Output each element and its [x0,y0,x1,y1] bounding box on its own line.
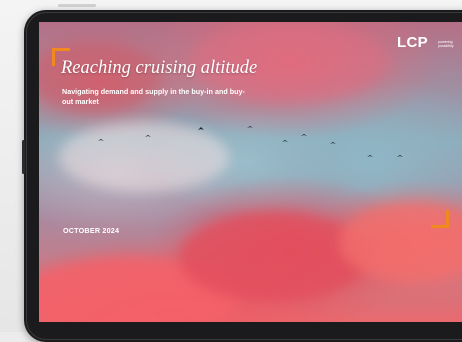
bird-icon [367,155,373,157]
tablet-side-button [22,140,25,174]
bird-icon [247,126,253,128]
bird-icon [301,134,307,136]
bird-icon [98,139,104,141]
report-cover-screen: Reaching cruising altitude Navigating de… [39,22,462,322]
background-mark [58,4,96,7]
bird-icon [330,142,336,144]
bird-icon [145,135,151,137]
bird-icon [198,127,204,130]
birds-flock [98,126,403,157]
bird-icon [282,140,288,142]
bird-icon [397,155,403,157]
